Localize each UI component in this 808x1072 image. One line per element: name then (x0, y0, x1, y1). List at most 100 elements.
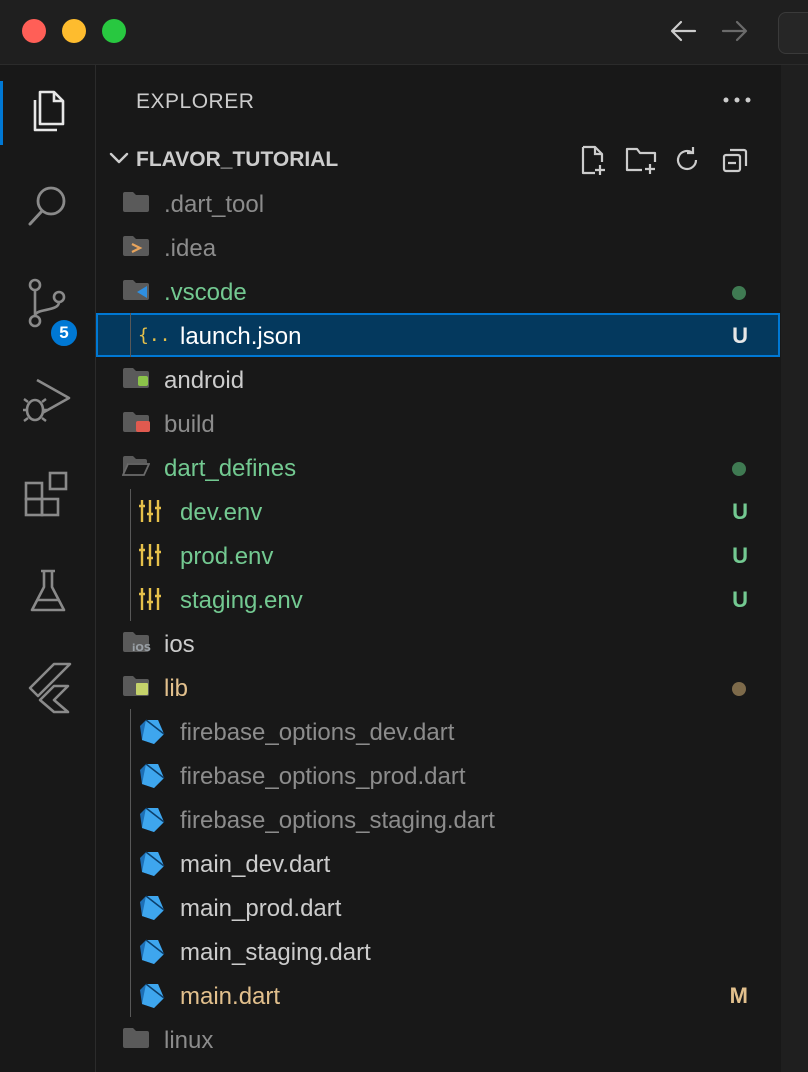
tree-file-row[interactable]: main_staging.dart (96, 929, 780, 973)
dart-file-icon (138, 938, 166, 964)
dart-file-icon (138, 982, 166, 1008)
activity-bar: 5 (0, 65, 96, 1072)
zoom-window-button[interactable] (102, 19, 126, 43)
activity-flutter[interactable] (0, 657, 95, 721)
run-debug-icon (21, 372, 75, 431)
dart-file-icon (138, 762, 166, 788)
git-status-badge: U (732, 499, 748, 524)
activity-extensions[interactable] (0, 465, 95, 529)
folder-lib-icon (122, 674, 150, 700)
dart-file-icon (138, 894, 166, 920)
tree-item-label: main.dart (180, 983, 281, 1010)
folder-ios-icon: iOS (122, 630, 151, 656)
folder-build-icon (122, 410, 150, 436)
tree-item-label: main_prod.dart (180, 895, 342, 922)
git-status-badge: M (729, 983, 748, 1008)
indent-guide (130, 709, 131, 753)
indent-guide (130, 313, 131, 357)
tree-file-row[interactable]: firebase_options_dev.dart (96, 709, 780, 753)
tree-file-row[interactable]: firebase_options_prod.dart (96, 753, 780, 797)
collapse-all-icon[interactable] (718, 143, 752, 177)
tree-item-label: main_staging.dart (180, 939, 371, 966)
tree-folder-row[interactable]: .vscode (96, 269, 780, 313)
tree-file-row[interactable]: firebase_options_staging.dart (96, 797, 780, 841)
title-bar (0, 0, 808, 65)
tree-file-row[interactable]: dev.env U (96, 489, 780, 533)
tree-folder-row[interactable]: dart_defines (96, 445, 780, 489)
explorer-title: EXPLORER (136, 90, 255, 113)
tree-item-label: main_dev.dart (180, 851, 331, 878)
tree-item-label: linux (164, 1027, 214, 1054)
more-actions-icon[interactable] (720, 87, 754, 113)
tree-item-label: firebase_options_staging.dart (180, 807, 495, 834)
folder-open-icon (121, 454, 151, 480)
tree-item-label: lib (164, 675, 189, 702)
new-folder-icon[interactable] (624, 143, 658, 177)
tree-item-label: android (164, 367, 245, 394)
command-center[interactable] (778, 12, 808, 54)
indent-guide (130, 973, 131, 1017)
chevron-down-icon (106, 145, 132, 176)
git-status-dot (732, 462, 746, 476)
activity-search[interactable] (0, 177, 95, 241)
tree-file-row[interactable]: prod.env U (96, 533, 780, 577)
new-file-icon[interactable] (576, 143, 610, 177)
tree-item-label: ios (164, 631, 195, 658)
file-tree: .dart_tool .idea .vscode {..} launch.json Uan… (96, 181, 780, 1061)
folder-icon (122, 1026, 150, 1052)
tree-item-label: dart_defines (164, 455, 297, 482)
tree-folder-row[interactable]: android (96, 357, 780, 401)
tree-folder-row[interactable]: build (96, 401, 780, 445)
tree-folder-row[interactable]: iOS ios (96, 621, 780, 665)
indent-guide (130, 797, 131, 841)
indent-guide (130, 929, 131, 973)
folder-android-icon (122, 366, 150, 392)
git-status-badge: U (732, 323, 748, 348)
flutter-icon (24, 660, 72, 719)
activity-source-control[interactable]: 5 (0, 273, 95, 349)
tree-folder-row[interactable]: linux (96, 1017, 780, 1061)
workspace-folder-name: FLAVOR_TUTORIAL (136, 148, 339, 171)
folder-vscode-icon (122, 278, 150, 304)
folder-icon (122, 190, 150, 216)
folder-idea-icon (122, 234, 150, 260)
minimize-window-button[interactable] (62, 19, 86, 43)
dart-file-icon (138, 718, 166, 744)
arrow-right-icon[interactable] (720, 16, 750, 46)
tree-folder-row[interactable]: .dart_tool (96, 181, 780, 225)
indent-guide (130, 533, 131, 577)
tree-folder-row[interactable]: .idea (96, 225, 780, 269)
arrow-left-icon[interactable] (668, 16, 698, 46)
tree-item-label: firebase_options_dev.dart (180, 719, 455, 746)
source-control-badge: 5 (48, 317, 80, 349)
tree-file-row[interactable]: main_dev.dart (96, 841, 780, 885)
tree-item-label: .idea (164, 235, 217, 262)
dart-file-icon (138, 806, 166, 832)
svg-text:iOS: iOS (132, 643, 151, 654)
close-window-button[interactable] (22, 19, 46, 43)
git-status-badge: U (732, 587, 748, 612)
beaker-icon (26, 566, 70, 621)
activity-testing[interactable] (0, 561, 95, 625)
folder-section-header[interactable]: FLAVOR_TUTORIAL (96, 137, 780, 181)
refresh-icon[interactable] (670, 143, 704, 177)
tree-item-label: firebase_options_prod.dart (180, 763, 466, 790)
tree-folder-row[interactable]: lib (96, 665, 780, 709)
tree-item-label: launch.json (180, 323, 302, 350)
tree-item-label: .dart_tool (164, 191, 265, 218)
search-icon (23, 182, 73, 237)
tree-file-row[interactable]: {..} launch.json U (96, 313, 780, 357)
tree-item-label: staging.env (180, 587, 303, 614)
tree-item-label: dev.env (180, 499, 263, 526)
extensions-icon (22, 469, 74, 526)
svg-text:{..}: {..} (138, 325, 170, 346)
tree-file-row[interactable]: main_prod.dart (96, 885, 780, 929)
tree-file-row[interactable]: staging.env U (96, 577, 780, 621)
activity-run-debug[interactable] (0, 369, 95, 433)
indent-guide (130, 577, 131, 621)
env-file-icon (138, 498, 166, 524)
git-status-dot (732, 286, 746, 300)
env-file-icon (138, 586, 166, 612)
activity-explorer[interactable] (0, 81, 95, 145)
tree-file-row[interactable]: main.dart M (96, 973, 780, 1017)
